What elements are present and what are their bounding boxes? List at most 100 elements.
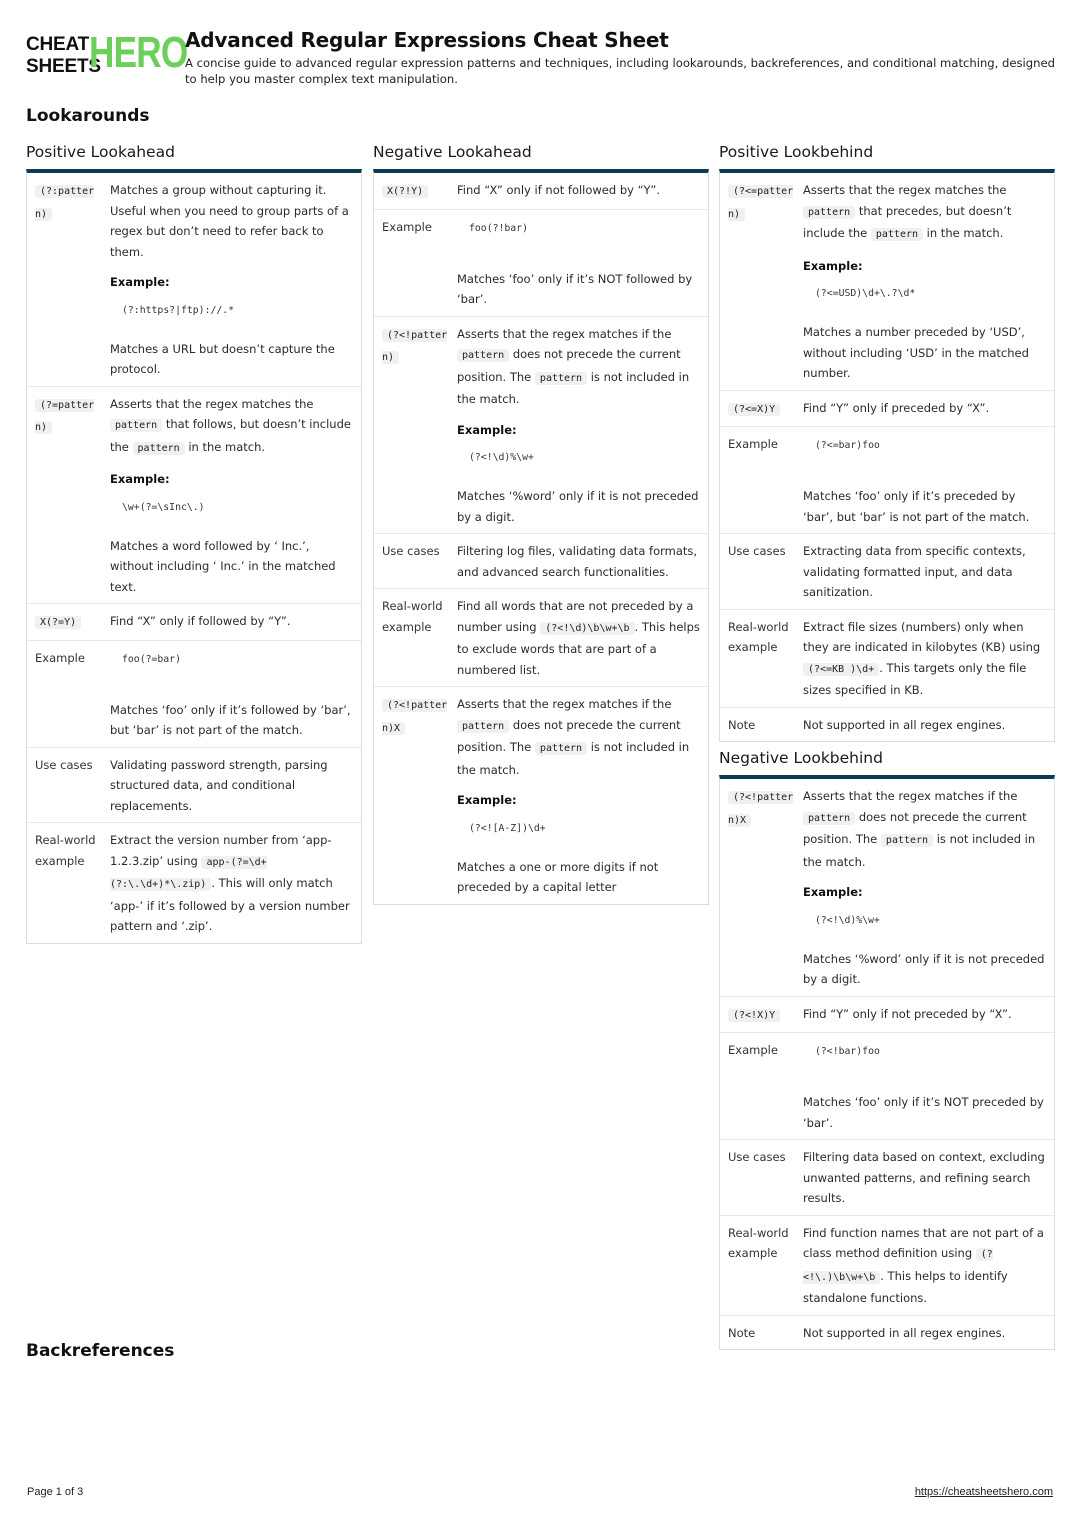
desc-text: Asserts that the regex matches the: [803, 183, 1007, 197]
card-title: Positive Lookbehind: [719, 143, 874, 161]
row-value: Filtering data based on context, excludi…: [803, 1150, 1045, 1205]
row-key: Note: [728, 1325, 756, 1340]
example-code: (?<!bar)foo: [815, 1046, 880, 1057]
row-value: Extracting data from specific contexts, …: [803, 544, 1026, 599]
card-positive-lookahead: Positive Lookahead (?:pattern) Matches a…: [26, 142, 362, 944]
example-note: Matches a word followed by ‘ Inc.’, with…: [110, 538, 336, 594]
example-note: Matches ‘foo’ only if it’s NOT preceded …: [803, 1095, 1044, 1130]
desc-text: in the match.: [188, 439, 266, 454]
key-code: (?:pattern): [35, 185, 95, 221]
key-code: (?<!pattern)X: [728, 791, 794, 827]
desc-text: in the match.: [926, 226, 1004, 240]
key-code: (?=pattern): [35, 398, 95, 434]
example-label: Example:: [457, 793, 517, 807]
card-body: (?<=pattern) Asserts that the regex matc…: [719, 169, 1055, 742]
row-key: Real-world example: [728, 619, 789, 655]
row-key: Real-world example: [35, 833, 96, 868]
card-body: (?:pattern) Matches a group without capt…: [26, 169, 362, 944]
row-value: Find all words that are not preceded by …: [457, 595, 700, 680]
row-key: (?<=X)Y: [728, 397, 803, 421]
table-row: Example (?<=bar)foo Matches ‘foo’ only i…: [720, 426, 1054, 533]
row-key: (?<!pattern)X: [728, 785, 803, 990]
row-value: Matches a group without capturing it. Us…: [110, 179, 353, 380]
inline-code: pattern: [457, 349, 510, 362]
row-key: Example: [382, 219, 432, 234]
row-value: Find “X” only if followed by “Y”.: [110, 614, 291, 628]
cheatsheetshero-logo[interactable]: CHEAT SHEETS HERO: [26, 30, 188, 78]
card-negative-lookbehind: Negative Lookbehind (?<!pattern)X Assert…: [719, 748, 1055, 1350]
row-value: Asserts that the regex matches if the pa…: [457, 693, 700, 898]
table-row: Example foo(?!bar) Matches ‘foo’ only if…: [374, 208, 708, 316]
row-value: Extract file sizes (numbers) only when t…: [803, 616, 1046, 701]
row-key: Real-world example: [382, 599, 443, 634]
row-value: Find “Y” only if preceded by “X”.: [803, 400, 990, 415]
example-code: (?<!\d)%\w+: [469, 452, 534, 463]
example-code: (?:https?|ftp)://.*: [122, 304, 235, 316]
inline-code: pattern: [457, 719, 510, 733]
row-value: (?<!bar)foo Matches ‘foo’ only if it’s N…: [803, 1039, 1046, 1133]
table-row: (?<!X)Y Find “Y” only if not preceded by…: [720, 995, 1054, 1033]
desc-text: Find function names that are not part of…: [803, 1225, 1044, 1261]
table-row: Real-world example Extract the version n…: [27, 822, 361, 943]
row-description: Asserts that the regex matches if the pa…: [457, 694, 700, 780]
key-code: (?<=pattern): [728, 185, 794, 221]
row-value: foo(?=bar) Matches ‘foo’ only if it’s fo…: [110, 647, 353, 741]
row-description: Asserts that the regex matches if the pa…: [803, 786, 1046, 872]
table-row: Note Not supported in all regex engines.: [720, 1314, 1054, 1350]
section-title-lookarounds: Lookarounds: [26, 106, 150, 126]
example-note: Matches ‘%word’ only if it is not preced…: [457, 489, 699, 524]
row-key: (?<!pattern)X: [382, 693, 457, 898]
example-code: (?<!\d)%\w+: [815, 914, 880, 926]
example-note: Matches ‘foo’ only if it’s NOT followed …: [457, 271, 693, 307]
row-value: Asserts that the regex matches if the pa…: [457, 323, 700, 528]
card-title: Negative Lookbehind: [719, 749, 883, 767]
row-key: (?<=pattern): [728, 179, 803, 384]
key-code: (?<!pattern): [382, 328, 448, 364]
row-value: Asserts that the regex matches if the pa…: [803, 785, 1046, 990]
example-note: Matches a number preceded by ‘USD’, with…: [803, 325, 1029, 380]
row-value: Asserts that the regex matches the patte…: [803, 179, 1046, 384]
desc-text: Asserts that the regex matches if the: [457, 697, 672, 711]
desc-text: Asserts that the regex matches if the: [457, 326, 672, 341]
example-label: Example:: [110, 275, 170, 289]
page-subtitle: A concise guide to advanced regular expr…: [185, 56, 1055, 86]
example-code: (?<![A-Z])\d+: [469, 822, 546, 834]
example-label: Example:: [803, 258, 863, 273]
example-label: Example:: [803, 885, 863, 899]
desc-text: Asserts that the regex matches if the: [803, 789, 1018, 803]
inline-code: pattern: [803, 811, 856, 825]
key-code: X(?=Y): [35, 616, 82, 629]
row-value: Filtering log files, validating data for…: [457, 544, 698, 579]
example-code: (?<=USD)\d+\.?\d*: [815, 288, 916, 299]
site-link[interactable]: https://cheatsheetshero.com: [915, 1486, 1053, 1498]
row-key: (?=pattern): [35, 393, 110, 598]
row-key: Example: [728, 437, 778, 451]
table-row: Real-world example Find all words that a…: [374, 588, 708, 686]
row-value: foo(?!bar) Matches ‘foo’ only if it’s NO…: [457, 216, 700, 310]
inline-code: (?<!\d)\b\w+\b: [540, 621, 635, 635]
example-note: Matches a URL but doesn’t capture the pr…: [110, 341, 335, 377]
table-row: Real-world example Find function names t…: [720, 1214, 1054, 1315]
example-code: \w+(?=\sInc\.): [122, 501, 205, 513]
inline-code: pattern: [880, 834, 934, 847]
table-row: (?<!pattern) Asserts that the regex matc…: [374, 315, 708, 534]
row-key: X(?!Y): [382, 179, 457, 203]
row-value: Find function names that are not part of…: [803, 1222, 1046, 1309]
row-key: Real-world example: [728, 1225, 789, 1261]
inline-code: pattern: [534, 371, 588, 385]
desc-text: Asserts that the regex matches the: [110, 396, 314, 411]
row-key: (?<!pattern): [382, 323, 457, 528]
example-note: Matches a one or more digits if not prec…: [457, 859, 659, 895]
table-row: Real-world example Extract file sizes (n…: [720, 608, 1054, 707]
example-label: Example:: [110, 472, 170, 486]
card-title: Positive Lookahead: [26, 143, 175, 161]
row-value: Not supported in all regex engines.: [803, 717, 1006, 732]
example-code: (?<=bar)foo: [815, 440, 880, 451]
row-value: Asserts that the regex matches the patte…: [110, 393, 353, 598]
page-title: Advanced Regular Expressions Cheat Sheet: [185, 28, 669, 52]
row-key: X(?=Y): [35, 610, 110, 634]
row-key: (?<!X)Y: [728, 1003, 803, 1027]
table-row: X(?!Y) Find “X” only if not followed by …: [374, 173, 708, 209]
row-description: Asserts that the regex matches if the pa…: [457, 324, 700, 410]
row-key: Use cases: [728, 544, 786, 558]
